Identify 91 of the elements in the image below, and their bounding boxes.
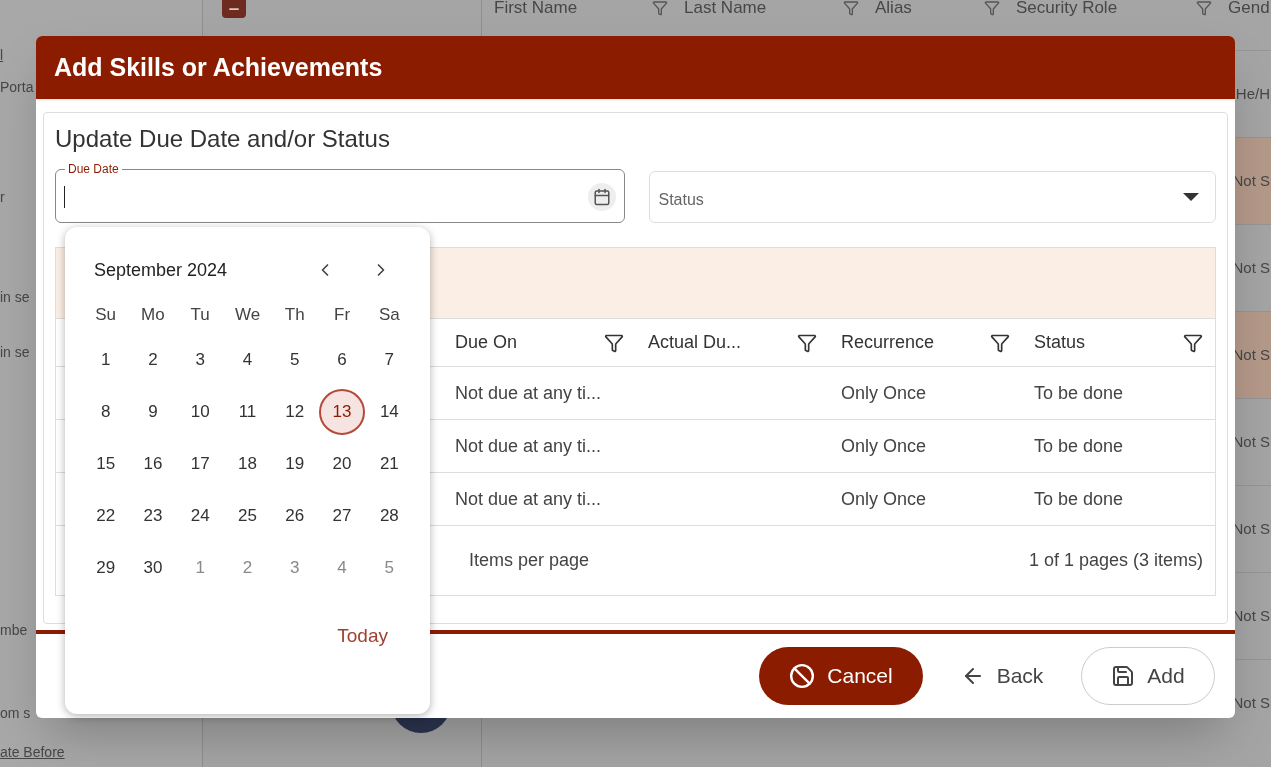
- ban-icon: [789, 663, 816, 689]
- side-text: Porta: [0, 78, 34, 97]
- back-button[interactable]: Back: [947, 647, 1057, 705]
- month-title: September 2024: [94, 258, 228, 282]
- calendar-day[interactable]: 4: [224, 337, 271, 383]
- side-text: in se: [0, 288, 30, 307]
- calendar-icon: [592, 188, 611, 206]
- grid-cell: Not due at any ti...: [455, 382, 602, 403]
- column-header: First Name: [494, 0, 578, 16]
- calendar-day[interactable]: 22: [82, 493, 129, 539]
- calendar-day[interactable]: 26: [271, 493, 318, 539]
- calendar-day[interactable]: 6: [319, 337, 366, 383]
- cancel-button[interactable]: Cancel: [759, 647, 923, 705]
- filter-icon[interactable]: [604, 332, 624, 353]
- filter-icon[interactable]: [990, 332, 1010, 353]
- side-text: om s: [0, 704, 31, 723]
- calendar-day[interactable]: 12: [271, 389, 318, 435]
- calendar-day[interactable]: 27: [319, 493, 366, 539]
- weekday-label: Fr: [334, 304, 351, 327]
- weekday-label: We: [234, 304, 261, 327]
- calendar-day[interactable]: 19: [271, 441, 318, 487]
- side-text: r: [0, 188, 5, 207]
- grid-cell: Only Once: [841, 382, 927, 403]
- side-link[interactable]: ate Before: [0, 742, 65, 762]
- calendar-day[interactable]: 4: [319, 545, 366, 591]
- calendar-day[interactable]: 10: [177, 389, 224, 435]
- side-link[interactable]: l: [0, 45, 4, 65]
- weekday-label: Tu: [190, 304, 210, 327]
- filter-icon[interactable]: [797, 332, 817, 353]
- weekday-label: Mo: [141, 304, 165, 327]
- column-header: Recurrence: [841, 331, 935, 354]
- dialog-title: Add Skills or Achievements: [54, 51, 383, 83]
- add-button[interactable]: Add: [1081, 647, 1215, 705]
- today-button[interactable]: Today: [337, 622, 388, 651]
- calendar-day[interactable]: 5: [271, 337, 318, 383]
- pager-summary: 1 of 1 pages (3 items): [1028, 549, 1203, 572]
- column-header: Last Name: [684, 0, 767, 16]
- calendar-day[interactable]: 23: [129, 493, 176, 539]
- column-header: Status: [1034, 331, 1086, 354]
- grid-cell: Not due at any ti...: [455, 488, 602, 509]
- calendar-day[interactable]: 21: [366, 441, 413, 487]
- column-header: Security Role: [1016, 0, 1118, 16]
- calendar-day[interactable]: 16: [129, 441, 176, 487]
- select-placeholder: Status: [658, 190, 704, 210]
- weekday-label: Th: [284, 304, 305, 327]
- grid-cell: Only Once: [841, 435, 927, 456]
- calendar-day[interactable]: 15: [82, 441, 129, 487]
- calendar-day[interactable]: 25: [224, 493, 271, 539]
- grid-cell: Not due at any ti...: [455, 435, 602, 456]
- calendar-day[interactable]: 14: [366, 389, 413, 435]
- grid-cell: To be done: [1034, 488, 1124, 509]
- calendar-day[interactable]: 24: [177, 493, 224, 539]
- weekday-label: Su: [95, 304, 117, 327]
- weekday-label: Sa: [378, 304, 400, 327]
- column-header: Actual Du...: [648, 331, 742, 354]
- column-header: Alias: [875, 0, 912, 16]
- text-cursor: [64, 186, 65, 208]
- calendar-day[interactable]: 3: [177, 337, 224, 383]
- status-select[interactable]: Status: [648, 171, 1216, 223]
- calendar-day[interactable]: 17: [177, 441, 224, 487]
- calendar-day[interactable]: 1: [82, 337, 129, 383]
- items-per-page-label: Items per page: [469, 549, 590, 572]
- calendar-day[interactable]: 9: [129, 389, 176, 435]
- grid-cell: To be done: [1034, 382, 1124, 403]
- grid-cell: To be done: [1034, 435, 1124, 456]
- calendar-day[interactable]: 2: [129, 337, 176, 383]
- calendar-day[interactable]: 29: [82, 545, 129, 591]
- calendar-day[interactable]: 18: [224, 441, 271, 487]
- calendar-day[interactable]: 7: [366, 337, 413, 383]
- calendar-day[interactable]: 5: [366, 545, 413, 591]
- grid-cell: Only Once: [841, 488, 927, 509]
- calendar-day[interactable]: 1: [177, 545, 224, 591]
- filter-icon[interactable]: [1183, 332, 1203, 353]
- collapse-button[interactable]: [222, 0, 246, 18]
- column-header: Gend: [1228, 0, 1270, 16]
- dropdown-caret-icon: [1183, 193, 1199, 201]
- calendar-day[interactable]: 20: [319, 441, 366, 487]
- calendar-day[interactable]: 30: [129, 545, 176, 591]
- save-icon: [1111, 664, 1136, 688]
- calendar-day[interactable]: 11: [224, 389, 271, 435]
- due-date-field[interactable]: Due Date: [55, 162, 625, 223]
- section-title: Update Due Date and/or Status: [55, 124, 391, 154]
- side-text: in se: [0, 343, 30, 362]
- calendar-day[interactable]: 3: [271, 545, 318, 591]
- calendar-day[interactable]: 8: [82, 389, 129, 435]
- calendar-button[interactable]: [587, 183, 616, 211]
- calendar-day[interactable]: 28: [366, 493, 413, 539]
- side-text: mbe: [0, 621, 28, 640]
- column-header: Due On: [455, 331, 518, 354]
- calendar-day[interactable]: 13: [319, 389, 366, 435]
- calendar-day[interactable]: 2: [224, 545, 271, 591]
